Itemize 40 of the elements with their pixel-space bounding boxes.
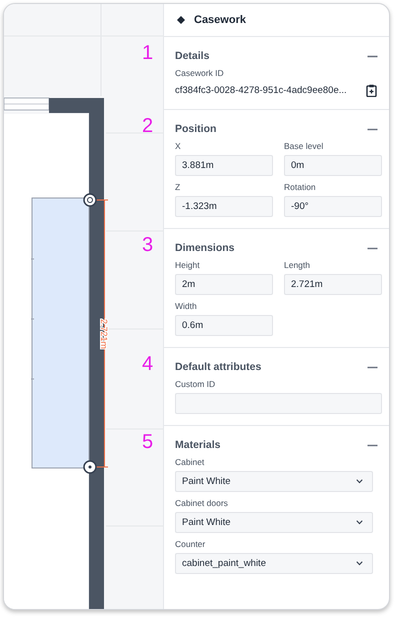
input-field[interactable]: 2.721m: [284, 274, 382, 295]
annotation-number: 2: [142, 116, 154, 136]
input-field[interactable]: 2m: [175, 274, 273, 295]
diamond-icon: [177, 16, 185, 24]
field-label: Counter: [175, 539, 206, 549]
input-field[interactable]: 3.881m: [175, 155, 273, 176]
section-title: Default attributes: [175, 361, 262, 373]
section-title: Position: [175, 123, 216, 135]
input-field[interactable]: 0m: [284, 155, 382, 176]
field-label: X: [175, 141, 182, 151]
annotation-number: 3: [142, 235, 154, 255]
dropdown[interactable]: cabinet_paint_white: [175, 553, 373, 574]
input-field[interactable]: 0.6m: [175, 315, 273, 336]
chevron-icon: [356, 479, 363, 484]
dropdown[interactable]: Paint White: [175, 471, 373, 492]
field-label: Height: [175, 260, 201, 270]
section-title: Dimensions: [175, 242, 235, 254]
field-label: Cabinet: [175, 457, 206, 467]
annotation-number: 4: [142, 354, 154, 374]
annotation-number: 5: [142, 432, 154, 452]
field-label: Width: [175, 301, 198, 311]
field-label: Rotation: [284, 182, 317, 192]
chevron-icon: [356, 561, 363, 566]
field-label: Length: [284, 260, 311, 270]
panel-title: Casework: [194, 14, 246, 26]
input-field[interactable]: [175, 393, 382, 414]
chevron-icon: [356, 520, 363, 525]
section-title: Details: [175, 50, 210, 62]
field-label: Cabinet doors: [175, 498, 229, 508]
input-field[interactable]: -1.323m: [175, 196, 273, 217]
field-label: Casework ID: [175, 68, 225, 78]
field-label: Custom ID: [175, 379, 216, 389]
dropdown[interactable]: Paint White: [175, 512, 373, 533]
field-label: Base level: [284, 141, 324, 151]
id-value: cf384fc3-0028-4278-951c-4adc9ee80e...: [175, 84, 347, 96]
annotation-number: 1: [142, 43, 154, 63]
section-title: Materials: [175, 439, 221, 451]
input-field[interactable]: -90°: [284, 196, 382, 217]
field-label: Z: [175, 182, 182, 192]
clipboard-icon[interactable]: [366, 84, 377, 96]
